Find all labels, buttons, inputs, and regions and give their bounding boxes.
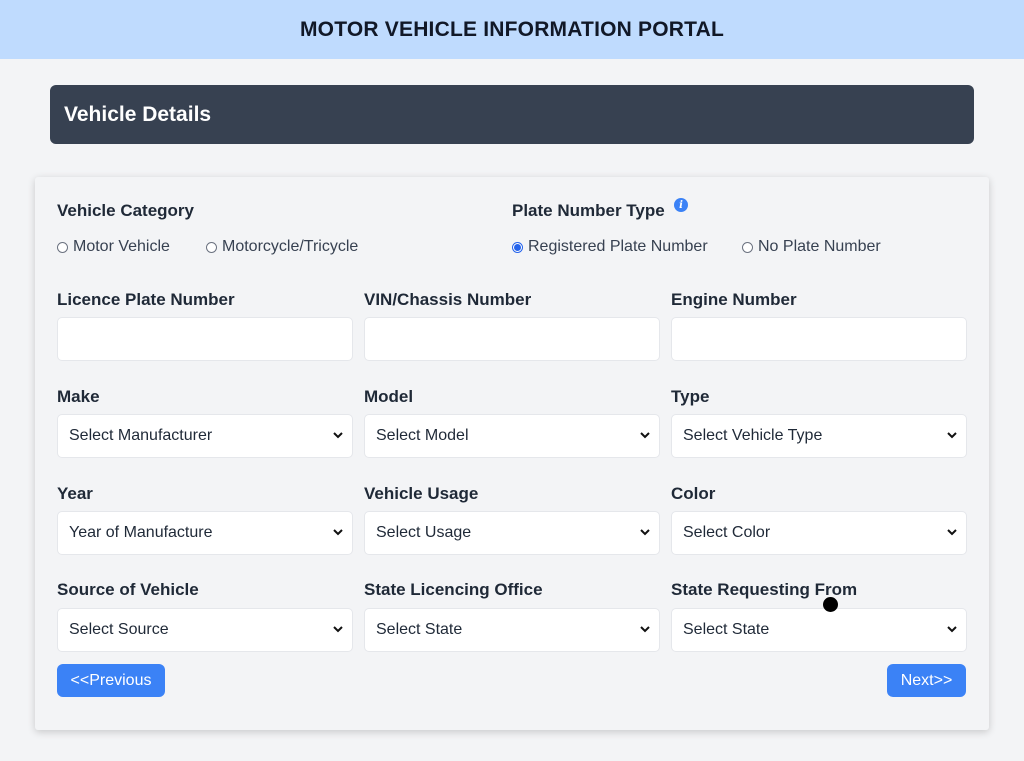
vin-label: VIN/Chassis Number <box>364 290 532 309</box>
radio-circle-checked[interactable] <box>512 241 523 253</box>
engine-number-input[interactable] <box>671 317 967 361</box>
type-select[interactable]: Select Vehicle Type <box>671 414 967 458</box>
mouse-cursor <box>823 597 838 612</box>
vehicle-usage-select[interactable]: Select Usage <box>364 511 660 555</box>
app-title: MOTOR VEHICLE INFORMATION PORTAL <box>299 17 725 41</box>
model-select-value: Select Model <box>376 427 469 444</box>
chevron-down-icon <box>640 529 650 536</box>
vehicle-usage-select-value: Select Usage <box>376 524 472 541</box>
radio-circle[interactable] <box>742 241 753 253</box>
chevron-down-icon <box>947 626 957 633</box>
model-label: Model <box>364 387 414 406</box>
radio-label: No Plate Number <box>758 238 881 255</box>
vehicle-details-card: Vehicle Category Motor Vehicle Motorcycl… <box>35 177 989 730</box>
source-label: Source of Vehicle <box>57 580 199 599</box>
section-header: Vehicle Details <box>50 85 974 144</box>
chevron-down-icon <box>333 626 343 633</box>
color-select[interactable]: Select Color <box>671 511 967 555</box>
color-label: Color <box>671 484 716 503</box>
radio-label: Motor Vehicle <box>73 238 170 255</box>
source-select[interactable]: Select Source <box>57 608 353 652</box>
state-licencing-office-label: State Licencing Office <box>364 580 543 599</box>
make-select-value: Select Manufacturer <box>69 427 213 444</box>
chevron-down-icon <box>333 529 343 536</box>
section-title: Vehicle Details <box>64 102 212 126</box>
type-select-value: Select Vehicle Type <box>683 427 823 444</box>
color-select-value: Select Color <box>683 524 771 541</box>
next-button[interactable]: Next>> <box>887 664 966 697</box>
radio-no-plate[interactable]: No Plate Number <box>742 238 881 256</box>
source-select-value: Select Source <box>69 621 169 638</box>
licence-plate-input[interactable] <box>57 317 353 361</box>
year-label: Year <box>57 484 93 503</box>
radio-circle[interactable] <box>206 241 217 253</box>
radio-label: Motorcycle/Tricycle <box>222 238 359 255</box>
chevron-down-icon <box>640 432 650 439</box>
model-select[interactable]: Select Model <box>364 414 660 458</box>
state-requesting-select-value: Select State <box>683 621 770 638</box>
previous-button[interactable]: <<Previous <box>57 664 165 697</box>
chevron-down-icon <box>947 529 957 536</box>
vehicle-category-label: Vehicle Category <box>57 201 195 220</box>
state-licencing-office-select-value: Select State <box>376 621 463 638</box>
radio-circle[interactable] <box>57 241 68 253</box>
radio-registered-plate[interactable]: Registered Plate Number <box>512 238 708 256</box>
vehicle-usage-label: Vehicle Usage <box>364 484 479 503</box>
chevron-down-icon <box>947 432 957 439</box>
chevron-down-icon <box>333 432 343 439</box>
top-banner: MOTOR VEHICLE INFORMATION PORTAL <box>0 0 1024 59</box>
state-licencing-office-select[interactable]: Select State <box>364 608 660 652</box>
vin-input[interactable] <box>364 317 660 361</box>
year-select[interactable]: Year of Manufacture <box>57 511 353 555</box>
info-icon[interactable]: i <box>674 198 688 212</box>
radio-motorcycle-tricycle[interactable]: Motorcycle/Tricycle <box>206 238 358 256</box>
plate-number-type-label: Plate Number Type <box>512 201 665 220</box>
licence-plate-label: Licence Plate Number <box>57 290 235 309</box>
type-label: Type <box>671 387 710 406</box>
year-select-value: Year of Manufacture <box>69 524 213 541</box>
make-select[interactable]: Select Manufacturer <box>57 414 353 458</box>
radio-motor-vehicle[interactable]: Motor Vehicle <box>57 238 170 256</box>
chevron-down-icon <box>640 626 650 633</box>
radio-label: Registered Plate Number <box>528 238 708 255</box>
make-label: Make <box>57 387 100 406</box>
state-requesting-select[interactable]: Select State <box>671 608 967 652</box>
engine-number-label: Engine Number <box>671 290 797 309</box>
